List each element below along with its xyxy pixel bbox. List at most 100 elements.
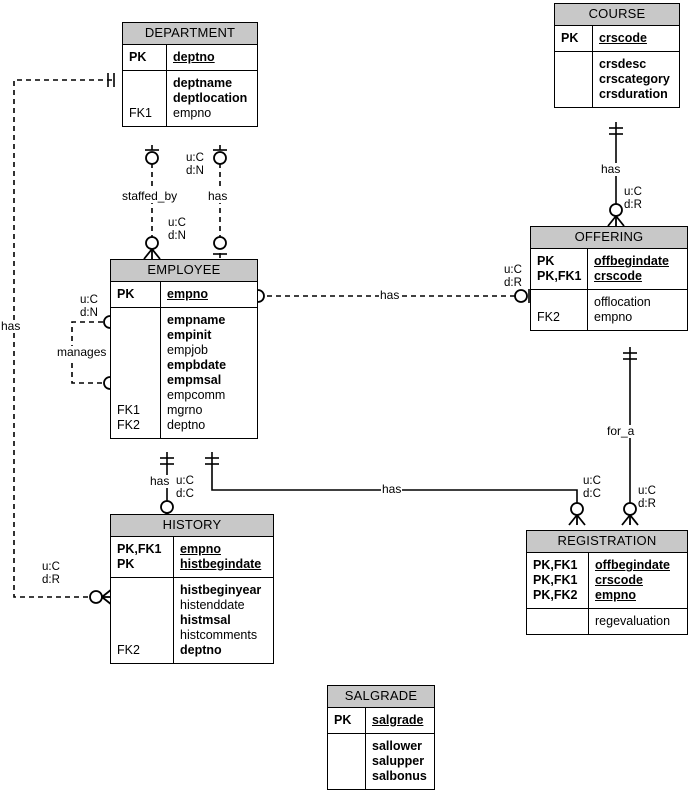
attribute: salupper (372, 754, 425, 768)
key-label: PK,FK1 (533, 558, 578, 572)
entity-key-section-salgrade: PK salgrade (328, 708, 434, 734)
attr-column-offering: offlocation empno (588, 290, 687, 330)
optional-circle-staffed-by-dept (145, 151, 159, 165)
relationship-label-has-course-offering: has (601, 162, 621, 176)
rule-label-delete-has-dept-history: d:R (42, 574, 60, 586)
relationship-label-has-dept-history: has (0, 319, 22, 333)
attribute-pk: offbegindate (594, 254, 669, 268)
attr-column-course: crsdesc crscategory crsduration (593, 52, 679, 107)
attribute: crscategory (599, 72, 670, 86)
attribute-pk: crscode (595, 573, 643, 587)
attribute: salbonus (372, 769, 427, 783)
optional-circle-staffed-by-emp (145, 236, 159, 250)
attr-column-registration: regevaluation (589, 609, 687, 634)
attribute-pk: empno (595, 588, 636, 602)
rule-label-update-has-emp-registration: u:C (583, 475, 601, 487)
fk-column-registration: X (527, 609, 589, 634)
attr-column-employee-keys: empno (161, 282, 257, 307)
entity-key-section-employee: PK empno (111, 282, 257, 308)
key-column-history: PK,FK1 PK (111, 537, 174, 577)
attr-column-course-keys: crscode (593, 26, 679, 51)
attribute: deptno (180, 643, 222, 657)
rule-label-update-has-dept-emp: u:C (186, 152, 204, 164)
entity-key-section-offering: PK PK,FK1 offbegindate crscode (531, 249, 687, 290)
rule-label-delete-has-course-offering: d:R (624, 199, 642, 211)
relationship-label-manages: manages (57, 345, 107, 359)
entity-title-offering: OFFERING (531, 227, 687, 249)
entity-key-section-history: PK,FK1 PK empno histbegindate (111, 537, 273, 578)
relationship-label-staffed-by: staffed_by (122, 189, 178, 203)
entity-salgrade[interactable]: SALGRADE PK salgrade X sallower salupper… (327, 685, 435, 790)
key-label: PK (129, 50, 147, 64)
optional-circle-for-a (623, 502, 637, 516)
attribute: mgrno (167, 403, 203, 417)
attribute: empcomm (167, 388, 226, 402)
attribute: histmsal (180, 613, 231, 627)
attribute: empjob (167, 343, 208, 357)
relationship-label-has-emp-offering: has (379, 288, 401, 302)
attribute-pk: crscode (599, 31, 647, 45)
entity-course[interactable]: COURSE PK crscode X crsdesc crscategory … (554, 3, 680, 108)
attr-column-salgrade: sallower salupper salbonus (366, 734, 434, 789)
entity-attr-section-salgrade: X sallower salupper salbonus (328, 734, 434, 789)
rule-label-delete-for-a: d:R (638, 498, 656, 510)
crowfoot-course-offering (607, 215, 625, 227)
attribute: deptno (167, 418, 206, 432)
entity-offering[interactable]: OFFERING PK PK,FK1 offbegindate crscode … (530, 226, 688, 331)
entity-title-employee: EMPLOYEE (111, 260, 257, 282)
key-label: PK,FK2 (533, 588, 578, 602)
rule-label-update-has-emp-offering: u:C (504, 264, 522, 276)
entity-attr-section-history: X X X X FK2 histbeginyear histenddate hi… (111, 578, 273, 663)
er-diagram-canvas: DEPARTMENT PK deptno X X FK1 deptname de… (0, 0, 690, 803)
attribute-pk: crscode (594, 269, 642, 283)
rule-label-update-has-course-offering: u:C (624, 186, 642, 198)
attribute: crsdesc (599, 57, 647, 71)
attribute: histenddate (180, 598, 245, 612)
key-label: PK (117, 287, 135, 301)
key-column-course: PK (555, 26, 593, 51)
entity-key-section-department: PK deptno (123, 45, 257, 71)
rule-label-delete-has-emp-offering: d:R (504, 277, 522, 289)
rule-label-update-has-emp-history: u:C (176, 475, 194, 487)
attribute-pk: empno (167, 287, 208, 301)
attribute: deptlocation (173, 91, 248, 105)
optional-circle-dept-history (89, 590, 103, 604)
line-has-emp-registration (211, 452, 578, 505)
key-column-salgrade: PK (328, 708, 366, 733)
attribute-pk: empno (180, 542, 221, 556)
fk-column-salgrade: X (328, 734, 366, 789)
relationship-label-has-emp-registration: has (381, 482, 403, 496)
attribute-pk: salgrade (372, 713, 424, 727)
fk-column-history: X X X X FK2 (111, 578, 174, 663)
fk-column-department: X X FK1 (123, 71, 167, 126)
key-label: PK (561, 31, 579, 45)
attribute: empname (167, 313, 226, 327)
entity-department[interactable]: DEPARTMENT PK deptno X X FK1 deptname de… (122, 22, 258, 127)
attribute: histcomments (180, 628, 258, 642)
entity-title-salgrade: SALGRADE (328, 686, 434, 708)
entity-title-department: DEPARTMENT (123, 23, 257, 45)
optional-circle-has-emp-offering-right (514, 289, 528, 303)
fk-column-course: X (555, 52, 593, 107)
entity-title-history: HISTORY (111, 515, 273, 537)
optional-circle-emp-registration (570, 502, 584, 516)
key-column-offering: PK PK,FK1 (531, 249, 588, 289)
relationship-label-has-dept-emp: has (208, 189, 228, 203)
key-column-employee: PK (111, 282, 161, 307)
optional-circle-has-emp (213, 236, 227, 250)
relationship-label-for-a: for_a (607, 424, 635, 438)
rule-label-update-manages: u:C (80, 294, 98, 306)
attribute: empinit (167, 328, 212, 342)
attribute: empno (173, 106, 212, 120)
entity-attr-section-employee: X X X X X X FK1 FK2 empname empinit empj… (111, 308, 257, 438)
relationship-label-has-emp-history: has (149, 474, 171, 488)
entity-history[interactable]: HISTORY PK,FK1 PK empno histbegindate X … (110, 514, 274, 664)
rule-label-update-has-dept-history: u:C (42, 561, 60, 573)
crowfoot-emp-registration (568, 514, 586, 526)
rule-label-delete-staffed-by: d:N (168, 230, 186, 242)
fk-label: FK1 (129, 106, 152, 120)
attribute: crsduration (599, 87, 668, 101)
crowfoot-for-a (621, 514, 639, 526)
entity-employee[interactable]: EMPLOYEE PK empno X X X X X X FK1 FK2 em… (110, 259, 258, 439)
entity-registration[interactable]: REGISTRATION PK,FK1 PK,FK1 PK,FK2 offbeg… (526, 530, 688, 635)
